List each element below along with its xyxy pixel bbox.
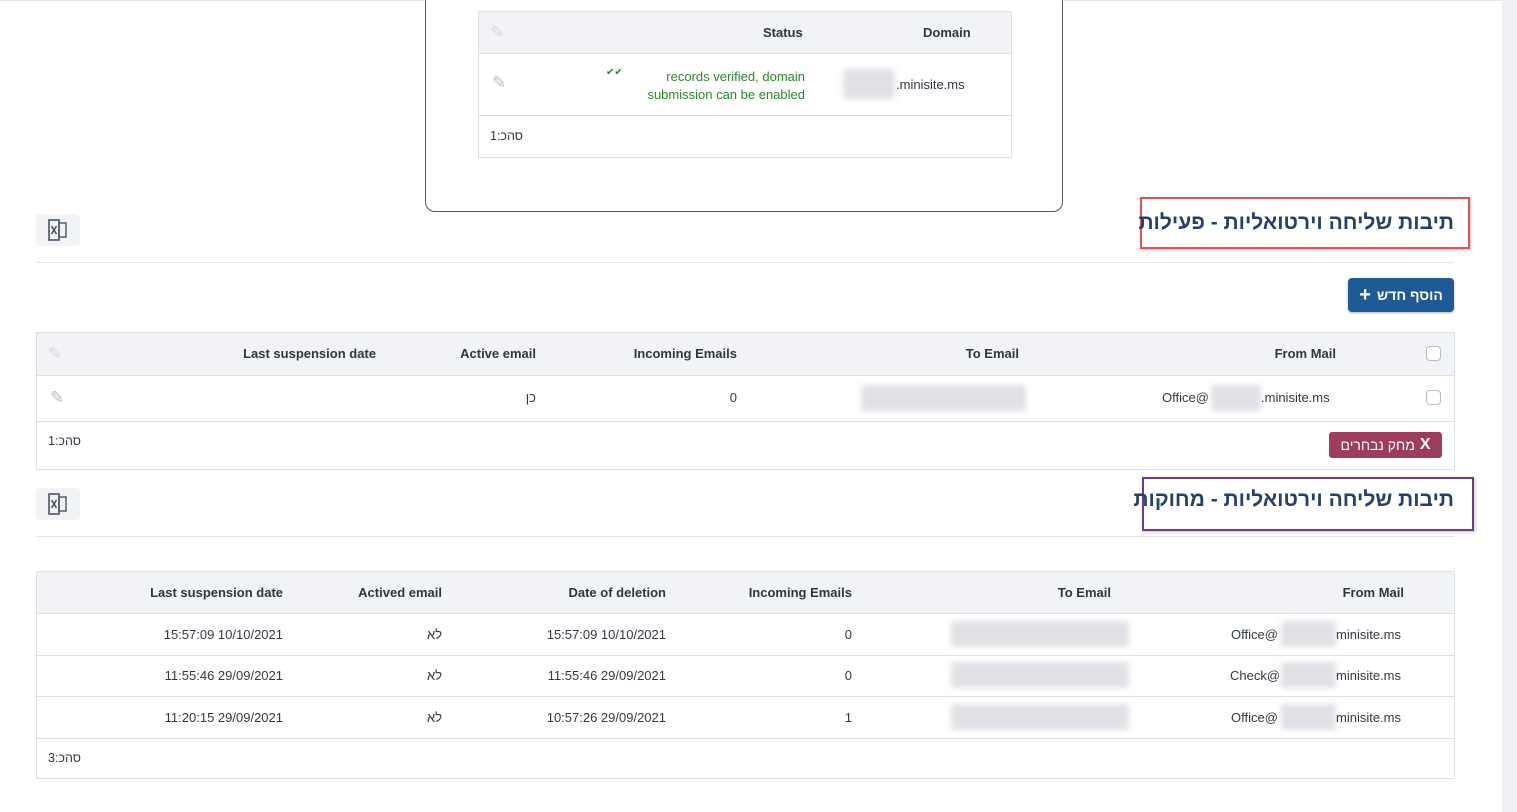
last-suspension-cell: 11:20:15 29/09/2021 xyxy=(164,710,283,725)
last-suspension-header: Last suspension date xyxy=(243,346,376,361)
redacted-from-mail xyxy=(1281,621,1336,647)
domain-row: ✎ ✔✔ records verified, domain submission… xyxy=(479,54,1011,116)
active-email-header: Active email xyxy=(460,346,536,361)
from-mail-suffix: .minisite.ms xyxy=(1261,390,1330,405)
redacted-to-email xyxy=(861,385,1026,411)
add-new-label: הוסף חדש xyxy=(1376,287,1443,303)
pencil-icon: ✎ xyxy=(48,344,63,363)
from-mail-suffix: minisite.ms xyxy=(1336,627,1402,642)
active-table-header: ✎ Last suspension date Active email Inco… xyxy=(37,333,1454,376)
x-icon: X xyxy=(1419,436,1431,453)
last-suspension-cell: 15:57:09 10/10/2021 xyxy=(163,627,283,642)
edit-pencil-icon[interactable]: ✎ xyxy=(492,73,506,93)
deleted-table-header: Last suspension date Actived email Date … xyxy=(37,572,1454,614)
table-row: 15:57:09 10/10/2021 לא 15:57:09 10/10/20… xyxy=(37,613,1454,656)
excel-export-button[interactable] xyxy=(36,214,80,246)
excel-export-icon xyxy=(48,493,67,515)
redacted-to-email xyxy=(951,662,1129,688)
domain-card: ✎ Status Domain ✎ ✔✔ records verified, d… xyxy=(425,0,1063,212)
table-row: 11:20:15 29/09/2021 לא 10:57:26 29/09/20… xyxy=(37,696,1454,739)
delete-selected-button[interactable]: X מחק נבחרים xyxy=(1329,432,1442,458)
from-mail-header: From Mail xyxy=(1274,346,1336,361)
incoming-emails-cell: 0 xyxy=(844,627,852,642)
active-email-cell: כן xyxy=(525,390,536,405)
deletion-date-cell: 10:57:26 29/09/2021 xyxy=(546,710,666,725)
excel-export-button[interactable] xyxy=(36,488,80,520)
actived-email-cell: לא xyxy=(426,710,442,725)
pencil-icon: ✎ xyxy=(490,23,505,42)
from-mail-prefix: Check@ xyxy=(1230,668,1281,683)
redacted-to-email xyxy=(951,704,1129,730)
to-email-header: To Email xyxy=(1057,585,1111,600)
select-all-checkbox[interactable] xyxy=(1426,346,1441,361)
delete-selected-label: מחק נבחרים xyxy=(1340,437,1415,453)
last-suspension-header: Last suspension date xyxy=(150,585,283,600)
domain-table: ✎ Status Domain ✎ ✔✔ records verified, d… xyxy=(478,11,1012,158)
deleted-total: סהכ:3 xyxy=(48,751,81,765)
deleted-table: Last suspension date Actived email Date … xyxy=(36,571,1455,779)
plus-icon: + xyxy=(1359,284,1371,306)
row-checkbox[interactable] xyxy=(1426,390,1441,405)
deletion-date-header: Date of deletion xyxy=(568,585,666,600)
incoming-emails-header: Incoming Emails xyxy=(748,585,852,600)
incoming-emails-cell: 0 xyxy=(729,390,737,405)
deletion-date-cell: 11:55:46 29/09/2021 xyxy=(547,668,666,683)
to-email-header: To Email xyxy=(965,346,1019,361)
incoming-emails-header: Incoming Emails xyxy=(633,346,737,361)
add-new-button[interactable]: הוסף חדש + xyxy=(1348,278,1454,312)
actived-email-cell: לא xyxy=(426,668,442,683)
from-mail-suffix: minisite.ms xyxy=(1336,668,1402,683)
redacted-from-mail xyxy=(1281,704,1336,730)
domain-table-header: ✎ Status Domain xyxy=(479,12,1011,54)
redacted-to-email xyxy=(951,621,1129,647)
from-mail-header: From Mail xyxy=(1342,585,1404,600)
deletion-date-cell: 15:57:09 10/10/2021 xyxy=(546,627,666,642)
status-text: records verified, domain submission can … xyxy=(609,68,805,104)
actived-email-cell: לא xyxy=(426,627,442,642)
active-divider xyxy=(36,262,1454,263)
domain-header: Domain xyxy=(923,25,971,40)
status-header: Status xyxy=(763,25,803,40)
deleted-section-title: תיבות שליחה וירטואליות - מחוקות xyxy=(1133,488,1454,511)
last-suspension-cell: 11:55:46 29/09/2021 xyxy=(164,668,283,683)
status-text-line2: submission can be enabled xyxy=(647,87,805,102)
from-mail-suffix: minisite.ms xyxy=(1336,710,1402,725)
active-table: ✎ Last suspension date Active email Inco… xyxy=(36,332,1455,470)
from-mail-prefix: Office@ xyxy=(1231,710,1278,725)
table-row: 11:55:46 29/09/2021 לא 11:55:46 29/09/20… xyxy=(37,655,1454,697)
redacted-from-mail xyxy=(1211,385,1261,411)
domain-suffix: .minisite.ms xyxy=(896,77,965,92)
active-total: סהכ:1 xyxy=(48,434,81,448)
actived-email-header: Actived email xyxy=(358,585,442,600)
deleted-divider xyxy=(36,536,1454,537)
table-row: ✎ כן 0 Office@ .minisite.ms xyxy=(37,375,1454,422)
status-text-line1: records verified, domain xyxy=(666,69,805,84)
from-mail-prefix: Office@ xyxy=(1162,390,1209,405)
from-mail-prefix: Office@ xyxy=(1231,627,1278,642)
edit-pencil-icon[interactable]: ✎ xyxy=(50,388,64,408)
redacted-domain xyxy=(843,69,895,99)
redacted-from-mail xyxy=(1281,662,1336,688)
domain-total: סהכ:1 xyxy=(490,129,523,143)
incoming-emails-cell: 0 xyxy=(844,668,852,683)
excel-export-icon xyxy=(48,219,67,241)
vertical-scrollbar[interactable] xyxy=(1502,0,1517,812)
active-section-title: תיבות שליחה וירטואליות - פעילות xyxy=(1138,211,1454,234)
incoming-emails-cell: 1 xyxy=(844,710,852,725)
